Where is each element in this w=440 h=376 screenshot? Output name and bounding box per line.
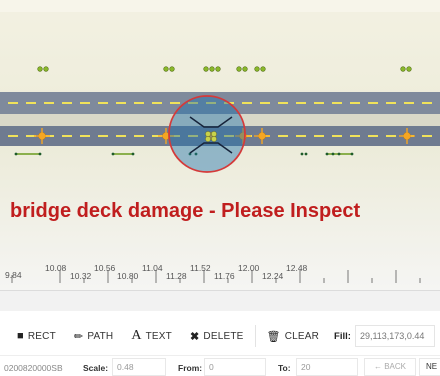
delete-button-label: DELETE <box>203 330 244 342</box>
text-icon: A <box>131 328 142 343</box>
trash-icon: 🗑 <box>266 330 281 343</box>
canvas-graphics <box>0 0 440 290</box>
tick-label: 11.04 <box>142 263 163 273</box>
annotation-text[interactable]: bridge deck damage - Please Inspect <box>10 200 360 223</box>
rect-button-label: RECT <box>27 330 56 342</box>
path-button[interactable]: ✏ PATH <box>67 322 120 350</box>
tick-label: 11.76 <box>214 271 235 281</box>
x-icon: ✖ <box>189 330 200 343</box>
from-label: From: <box>178 363 203 373</box>
to-label: To: <box>278 363 291 373</box>
image-canvas[interactable]: bridge deck damage - Please Inspect 9.84… <box>0 0 440 290</box>
tick-label: 12.48 <box>286 263 308 273</box>
square-icon: ■ <box>17 330 24 342</box>
tick-label: 10.80 <box>117 271 139 281</box>
scale-label: Scale: <box>83 363 109 373</box>
tick-label: 11.28 <box>166 271 187 281</box>
tick-label: 12.00 <box>238 263 260 273</box>
toolbar-divider <box>254 325 256 347</box>
tick-label: 11.52 <box>190 263 211 273</box>
tick-label: 9.84 <box>5 270 22 280</box>
top-band <box>0 0 440 12</box>
tick-label: 10.08 <box>45 263 67 273</box>
fill-label: Fill: <box>334 330 351 342</box>
text-button-label: TEXT <box>145 330 172 342</box>
tick-label: 12.24 <box>262 271 284 281</box>
fill-color-input[interactable]: 29,113,173,0.44 <box>354 325 435 347</box>
scale-input[interactable]: 0.48 <box>112 358 166 376</box>
rect-button[interactable]: ■ RECT <box>10 322 63 350</box>
canvas-scroll-strip[interactable] <box>0 290 440 311</box>
app-frame: bridge deck damage - Please Inspect 9.84… <box>0 0 440 376</box>
to-input[interactable]: 20 <box>296 358 358 376</box>
path-button-label: PATH <box>87 330 114 342</box>
clear-button[interactable]: 🗑 CLEAR <box>260 322 327 350</box>
next-button[interactable]: NE <box>419 358 440 376</box>
bottom-control-bar: 0200820000SB Scale: 0.48 From: 0 To: 20 … <box>0 355 440 376</box>
delete-button[interactable]: ✖ DELETE <box>183 322 251 350</box>
back-button[interactable]: ← BACK <box>364 358 416 376</box>
tick-label: 10.32 <box>70 271 92 281</box>
pencil-icon: ✏ <box>73 330 84 343</box>
tick-label: 10.56 <box>94 263 116 273</box>
record-id: 0200820000SB <box>4 363 63 373</box>
clear-button-label: CLEAR <box>284 330 320 342</box>
text-button[interactable]: A TEXT <box>124 322 179 350</box>
from-input[interactable]: 0 <box>204 358 266 376</box>
drawing-toolbar: ■ RECT ✏ PATH A TEXT ✖ DELETE 🗑 CLEAR Fi… <box>0 319 440 353</box>
